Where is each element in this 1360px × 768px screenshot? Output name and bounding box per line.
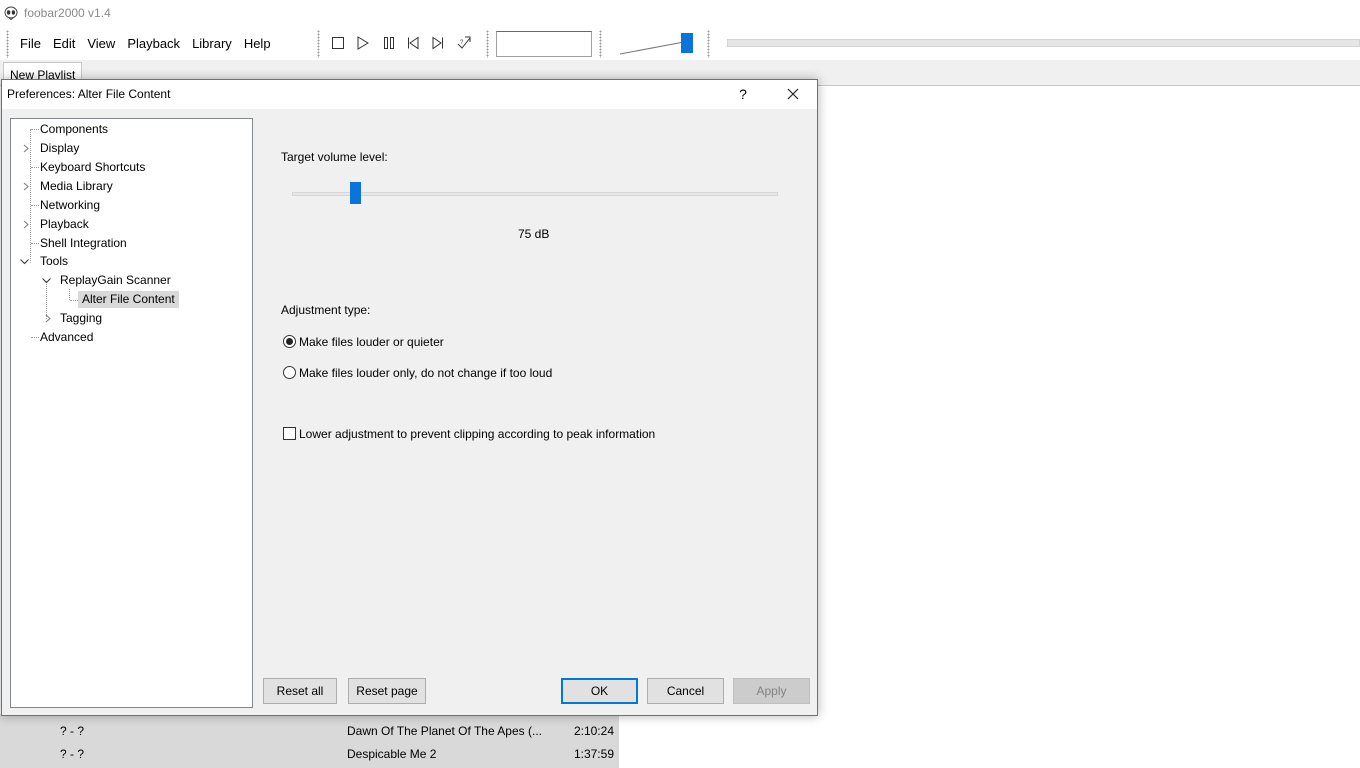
- toolbar-grip[interactable]: [486, 30, 489, 58]
- preferences-dialog: Preferences: Alter File Content ? Compon…: [1, 79, 818, 716]
- adjustment-type-label: Adjustment type:: [281, 303, 371, 317]
- menu-view[interactable]: View: [87, 36, 115, 51]
- random-icon[interactable]: ?: [456, 35, 472, 51]
- svg-text:?: ?: [460, 40, 464, 46]
- tree-guide: [31, 337, 39, 338]
- previous-icon[interactable]: [405, 35, 421, 51]
- expand-chevron-icon[interactable]: [21, 182, 30, 191]
- menu-bar: File Edit View Playback Library Help: [20, 36, 283, 51]
- radio-louder-quieter-label[interactable]: Make files louder or quieter: [299, 335, 444, 349]
- tree-item-keyboard-shortcuts[interactable]: Keyboard Shortcuts: [40, 159, 145, 176]
- radio-louder-quieter[interactable]: [283, 335, 296, 348]
- expand-chevron-icon[interactable]: [21, 220, 30, 229]
- alien-head-icon: [4, 6, 18, 21]
- menu-help[interactable]: Help: [244, 36, 271, 51]
- tree-guide: [69, 289, 70, 300]
- clipping-checkbox[interactable]: [283, 427, 296, 440]
- table-row[interactable]: ? - ? Dawn Of The Planet Of The Apes (..…: [0, 721, 619, 740]
- playlist-view: ? - ? Dawn Of The Planet Of The Apes (..…: [0, 714, 619, 768]
- app-titlebar: foobar2000 v1.4: [0, 0, 1360, 28]
- expand-chevron-icon[interactable]: [21, 144, 30, 153]
- toolbar-grip[interactable]: [6, 30, 9, 58]
- tree-guide: [31, 129, 39, 130]
- tree-item-components[interactable]: Components: [40, 121, 108, 138]
- cancel-button[interactable]: Cancel: [647, 678, 724, 704]
- tree-item-shell-integration[interactable]: Shell Integration: [40, 235, 127, 252]
- help-button[interactable]: ?: [730, 83, 756, 105]
- menu-playback[interactable]: Playback: [127, 36, 180, 51]
- next-icon[interactable]: [430, 35, 446, 51]
- table-row[interactable]: ? - ? Despicable Me 2 1:37:59: [0, 744, 619, 763]
- menu-file[interactable]: File: [20, 36, 41, 51]
- pause-icon[interactable]: [381, 35, 397, 51]
- tree-item-tagging[interactable]: Tagging: [60, 310, 102, 327]
- ok-button[interactable]: OK: [561, 678, 638, 704]
- app-title: foobar2000 v1.4: [24, 6, 111, 20]
- stop-icon[interactable]: [330, 35, 346, 51]
- radio-louder-only-label[interactable]: Make files louder only, do not change if…: [299, 366, 552, 380]
- toolbar-grip[interactable]: [317, 30, 320, 58]
- seek-bar[interactable]: [727, 39, 1360, 47]
- artist-cell: ? - ?: [60, 724, 85, 738]
- expand-chevron-icon[interactable]: [43, 314, 52, 323]
- duration-cell: 2:10:24: [573, 724, 614, 738]
- dialog-title: Preferences: Alter File Content: [7, 87, 171, 101]
- tree-item-display[interactable]: Display: [40, 140, 79, 157]
- menu-library[interactable]: Library: [192, 36, 232, 51]
- toolbar-grip[interactable]: [599, 30, 602, 58]
- tree-guide: [31, 167, 39, 168]
- close-icon: [787, 88, 799, 100]
- close-button[interactable]: [778, 83, 808, 105]
- tree-guide: [31, 243, 39, 244]
- target-volume-slider[interactable]: [292, 192, 778, 196]
- tree-item-advanced[interactable]: Advanced: [40, 329, 93, 346]
- tree-item-alter-file-content[interactable]: Alter File Content: [78, 291, 179, 308]
- tree-guide: [31, 205, 39, 206]
- collapse-chevron-icon[interactable]: [42, 276, 51, 285]
- radio-louder-only[interactable]: [283, 366, 296, 379]
- playback-time-box: [496, 31, 592, 57]
- menu-edit[interactable]: Edit: [53, 36, 75, 51]
- tree-item-media-library[interactable]: Media Library: [40, 178, 113, 195]
- tree-item-playback[interactable]: Playback: [40, 216, 89, 233]
- preferences-tree[interactable]: Components Display Keyboard Shortcuts Me…: [10, 118, 253, 708]
- dialog-titlebar: Preferences: Alter File Content ?: [2, 80, 817, 109]
- apply-button[interactable]: Apply: [733, 678, 810, 704]
- title-cell: Dawn Of The Planet Of The Apes (...: [347, 724, 542, 738]
- target-volume-value: 75 dB: [518, 227, 550, 241]
- clipping-checkbox-label[interactable]: Lower adjustment to prevent clipping acc…: [299, 427, 655, 441]
- tree-item-networking[interactable]: Networking: [40, 197, 100, 214]
- toolbar-grip[interactable]: [707, 30, 710, 58]
- reset-all-button[interactable]: Reset all: [263, 678, 337, 704]
- reset-page-button[interactable]: Reset page: [348, 678, 426, 704]
- volume-slider-thumb[interactable]: [681, 33, 693, 53]
- title-cell: Despicable Me 2: [347, 747, 437, 761]
- tree-item-tools[interactable]: Tools: [40, 253, 68, 270]
- duration-cell: 1:37:59: [573, 747, 614, 761]
- tree-item-replaygain-scanner[interactable]: ReplayGain Scanner: [60, 272, 171, 289]
- target-volume-slider-thumb[interactable]: [350, 182, 361, 204]
- play-icon[interactable]: [355, 35, 371, 51]
- target-volume-label: Target volume level:: [281, 150, 388, 164]
- collapse-chevron-icon[interactable]: [20, 257, 29, 266]
- artist-cell: ? - ?: [60, 747, 85, 761]
